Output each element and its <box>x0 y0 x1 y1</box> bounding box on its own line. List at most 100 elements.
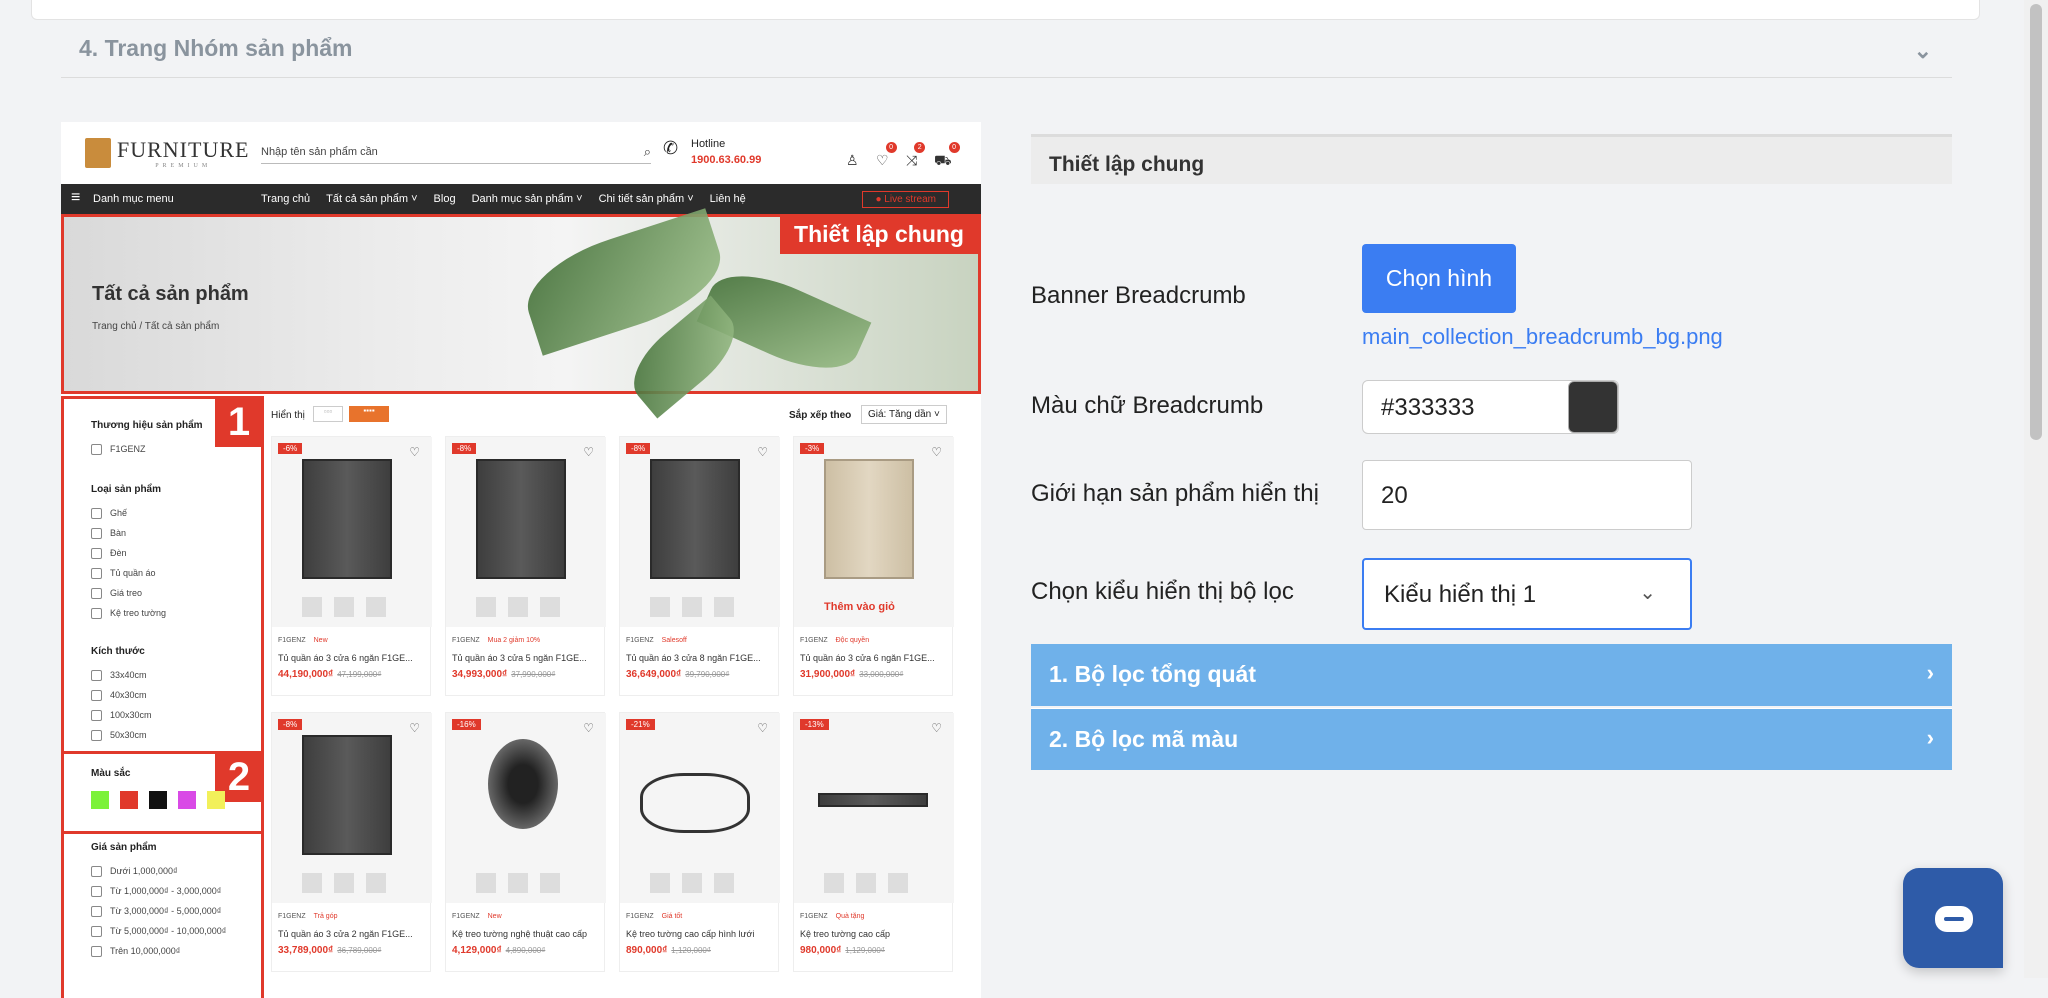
thumbnail <box>714 873 734 893</box>
live-stream-badge: ● Live stream <box>862 190 949 208</box>
preview-screenshot: FURNITURE PREMIUM Nhập tên sản phẩm cần ⌕… <box>61 122 981 998</box>
accordion-color-filter[interactable]: 2. Bộ lọc mã màu › <box>1031 708 1952 770</box>
product-card: -8% ♡ F1GENZ Trả góp Tủ quần áo 3 cửa 2 ngăn… <box>271 712 432 972</box>
product-meta: F1GENZ New <box>452 913 502 920</box>
file-name-link[interactable]: main_collection_breadcrumb_bg.png <box>1362 324 1723 350</box>
color-value: #333333 <box>1381 394 1475 421</box>
nav-menu: Danh mục menu <box>61 189 261 207</box>
filter-option: Đèn <box>91 543 166 563</box>
thumbnail-row <box>650 873 734 893</box>
product-tag: Mua 2 giảm 10% <box>487 637 541 644</box>
sort-label: Sắp xếp theo <box>789 410 852 421</box>
filter-style-select[interactable]: Kiểu hiển thị 1 ⌄ <box>1362 558 1692 630</box>
scrollbar-thumb[interactable] <box>2030 4 2042 440</box>
settings-panel: Thiết lập chung Banner Breadcrumb Chọn h… <box>1031 134 1952 770</box>
color-swatch <box>149 791 167 809</box>
accordion-title: 2. Bộ lọc mã màu <box>1049 726 1239 752</box>
hotline-label: Hotline <box>691 138 726 150</box>
filter-option: 100x30cm <box>91 705 152 725</box>
heart-icon: ♡ <box>583 445 594 459</box>
page-scrollbar[interactable] <box>2024 0 2048 978</box>
thumbnail <box>650 597 670 617</box>
brand-filter: Thương hiệu sản phẩm F1GENZ <box>91 420 203 459</box>
logo-subtext: PREMIUM <box>155 163 212 169</box>
filter-option: Giá treo <box>91 583 166 603</box>
color-filter: Màu sắc <box>91 768 236 811</box>
product-name: Kệ treo tường cao cấp hình lưới <box>626 929 755 939</box>
thumbnail <box>366 597 386 617</box>
product-brand: F1GENZ <box>626 637 654 644</box>
product-meta: F1GENZ Mua 2 giảm 10% <box>452 637 540 644</box>
top-card-edge <box>31 0 1980 20</box>
choose-image-button[interactable]: Chọn hình <box>1362 244 1516 313</box>
product-price: 36,649,000₫ 39,790,000₫ <box>626 669 729 680</box>
accordion-title: 1. Bộ lọc tổng quát <box>1049 661 1256 687</box>
type-filter: Loại sản phẩm Ghế Bàn Đèn Tủ quần áo Giá… <box>91 484 166 623</box>
banner-breadcrumb: Trang chủ / Tất cả sản phẩm <box>92 321 220 332</box>
price-old: 39,790,000₫ <box>685 670 730 679</box>
thumbnail <box>366 873 386 893</box>
product-meta: F1GENZ Quà tặng <box>800 913 864 920</box>
product-tag: New <box>313 637 328 644</box>
thumbnail <box>682 873 702 893</box>
color-picker-swatch[interactable] <box>1568 381 1618 433</box>
price-current: 44,190,000₫ <box>278 669 334 680</box>
product-brand: F1GENZ <box>278 913 306 920</box>
product-tag: Salesoff <box>661 637 687 644</box>
thumbnail <box>302 597 322 617</box>
thumbnail <box>856 873 876 893</box>
price-filter: Giá sản phẩm Dưới 1,000,000₫ Từ 1,000,00… <box>91 842 226 961</box>
thumbnail <box>540 597 560 617</box>
filter-option: Dưới 1,000,000₫ <box>91 861 226 881</box>
product-brand: F1GENZ <box>800 913 828 920</box>
thumbnail <box>824 873 844 893</box>
price-current: 36,649,000₫ <box>626 669 682 680</box>
filter-option: 33x40cm <box>91 665 152 685</box>
product-brand: F1GENZ <box>452 913 480 920</box>
search-icon: ⌕ <box>643 144 651 159</box>
logo: FURNITURE PREMIUM <box>85 137 249 169</box>
chat-widget-button[interactable] <box>1903 868 2003 968</box>
heart-icon: ♡ <box>757 445 768 459</box>
product-tag: Trả góp <box>313 913 338 920</box>
product-name: Tủ quần áo 3 cửa 5 ngăn F1GE... <box>452 653 587 663</box>
shelf-image <box>488 739 558 829</box>
thumbnail-row <box>302 597 386 617</box>
filter-option: F1GENZ <box>91 439 203 459</box>
nav-link: Trang chủ <box>261 193 311 205</box>
thumbnail <box>650 873 670 893</box>
color-swatch <box>178 791 196 809</box>
filter-option: 40x30cm <box>91 685 152 705</box>
color-input[interactable]: #333333 <box>1362 380 1619 434</box>
product-card: -8% ♡ F1GENZ Salesoff Tủ quần áo 3 cửa 8 ngă… <box>619 436 780 696</box>
thumbnail-row <box>476 597 560 617</box>
heart-icon: ♡ <box>409 721 420 735</box>
filter-option: Từ 1,000,000₫ - 3,000,000₫ <box>91 881 226 901</box>
show-label: Hiển thị <box>271 410 305 421</box>
price-current: 33,789,000₫ <box>278 945 334 956</box>
product-tag: Quà tặng <box>835 913 865 920</box>
product-price: 33,789,000₫ 36,789,000₫ <box>278 945 381 956</box>
product-image <box>272 437 432 627</box>
price-current: 980,000₫ <box>800 945 842 956</box>
compare-icon: ⤨ 2 <box>906 142 926 169</box>
size-filter: Kích thước 33x40cm 40x30cm 100x30cm 50x3… <box>91 646 152 745</box>
product-image: Thêm vào giỏ <box>794 437 954 627</box>
add-to-cart-label: Thêm vào giỏ <box>824 601 895 613</box>
discount-badge: -8% <box>626 443 651 454</box>
product-name: Tủ quần áo 3 cửa 8 ngăn F1GE... <box>626 653 761 663</box>
chevron-right-icon: › <box>1926 660 1934 685</box>
section-header[interactable]: 4. Trang Nhóm sản phẩm ⌄ <box>61 20 1952 78</box>
preview-banner: Tất cả sản phẩm Trang chủ / Tất cả sản p… <box>61 208 981 419</box>
nav-link: Chi tiết sản phẩm ˅ <box>598 193 694 205</box>
wardrobe-image <box>824 459 914 579</box>
banner-title: Tất cả sản phẩm <box>92 283 249 305</box>
wardrobe-image <box>476 459 566 579</box>
chevron-down-icon[interactable]: ⌄ <box>1914 38 1932 64</box>
thumbnail <box>714 597 734 617</box>
accordion-general-filter[interactable]: 1. Bộ lọc tổng quát › <box>1031 644 1952 706</box>
filter-title: Loại sản phẩm <box>91 484 162 495</box>
compare-badge: 2 <box>914 142 926 153</box>
limit-input[interactable]: 20 <box>1362 460 1692 530</box>
product-price: 980,000₫ 1,129,000₫ <box>800 945 885 956</box>
